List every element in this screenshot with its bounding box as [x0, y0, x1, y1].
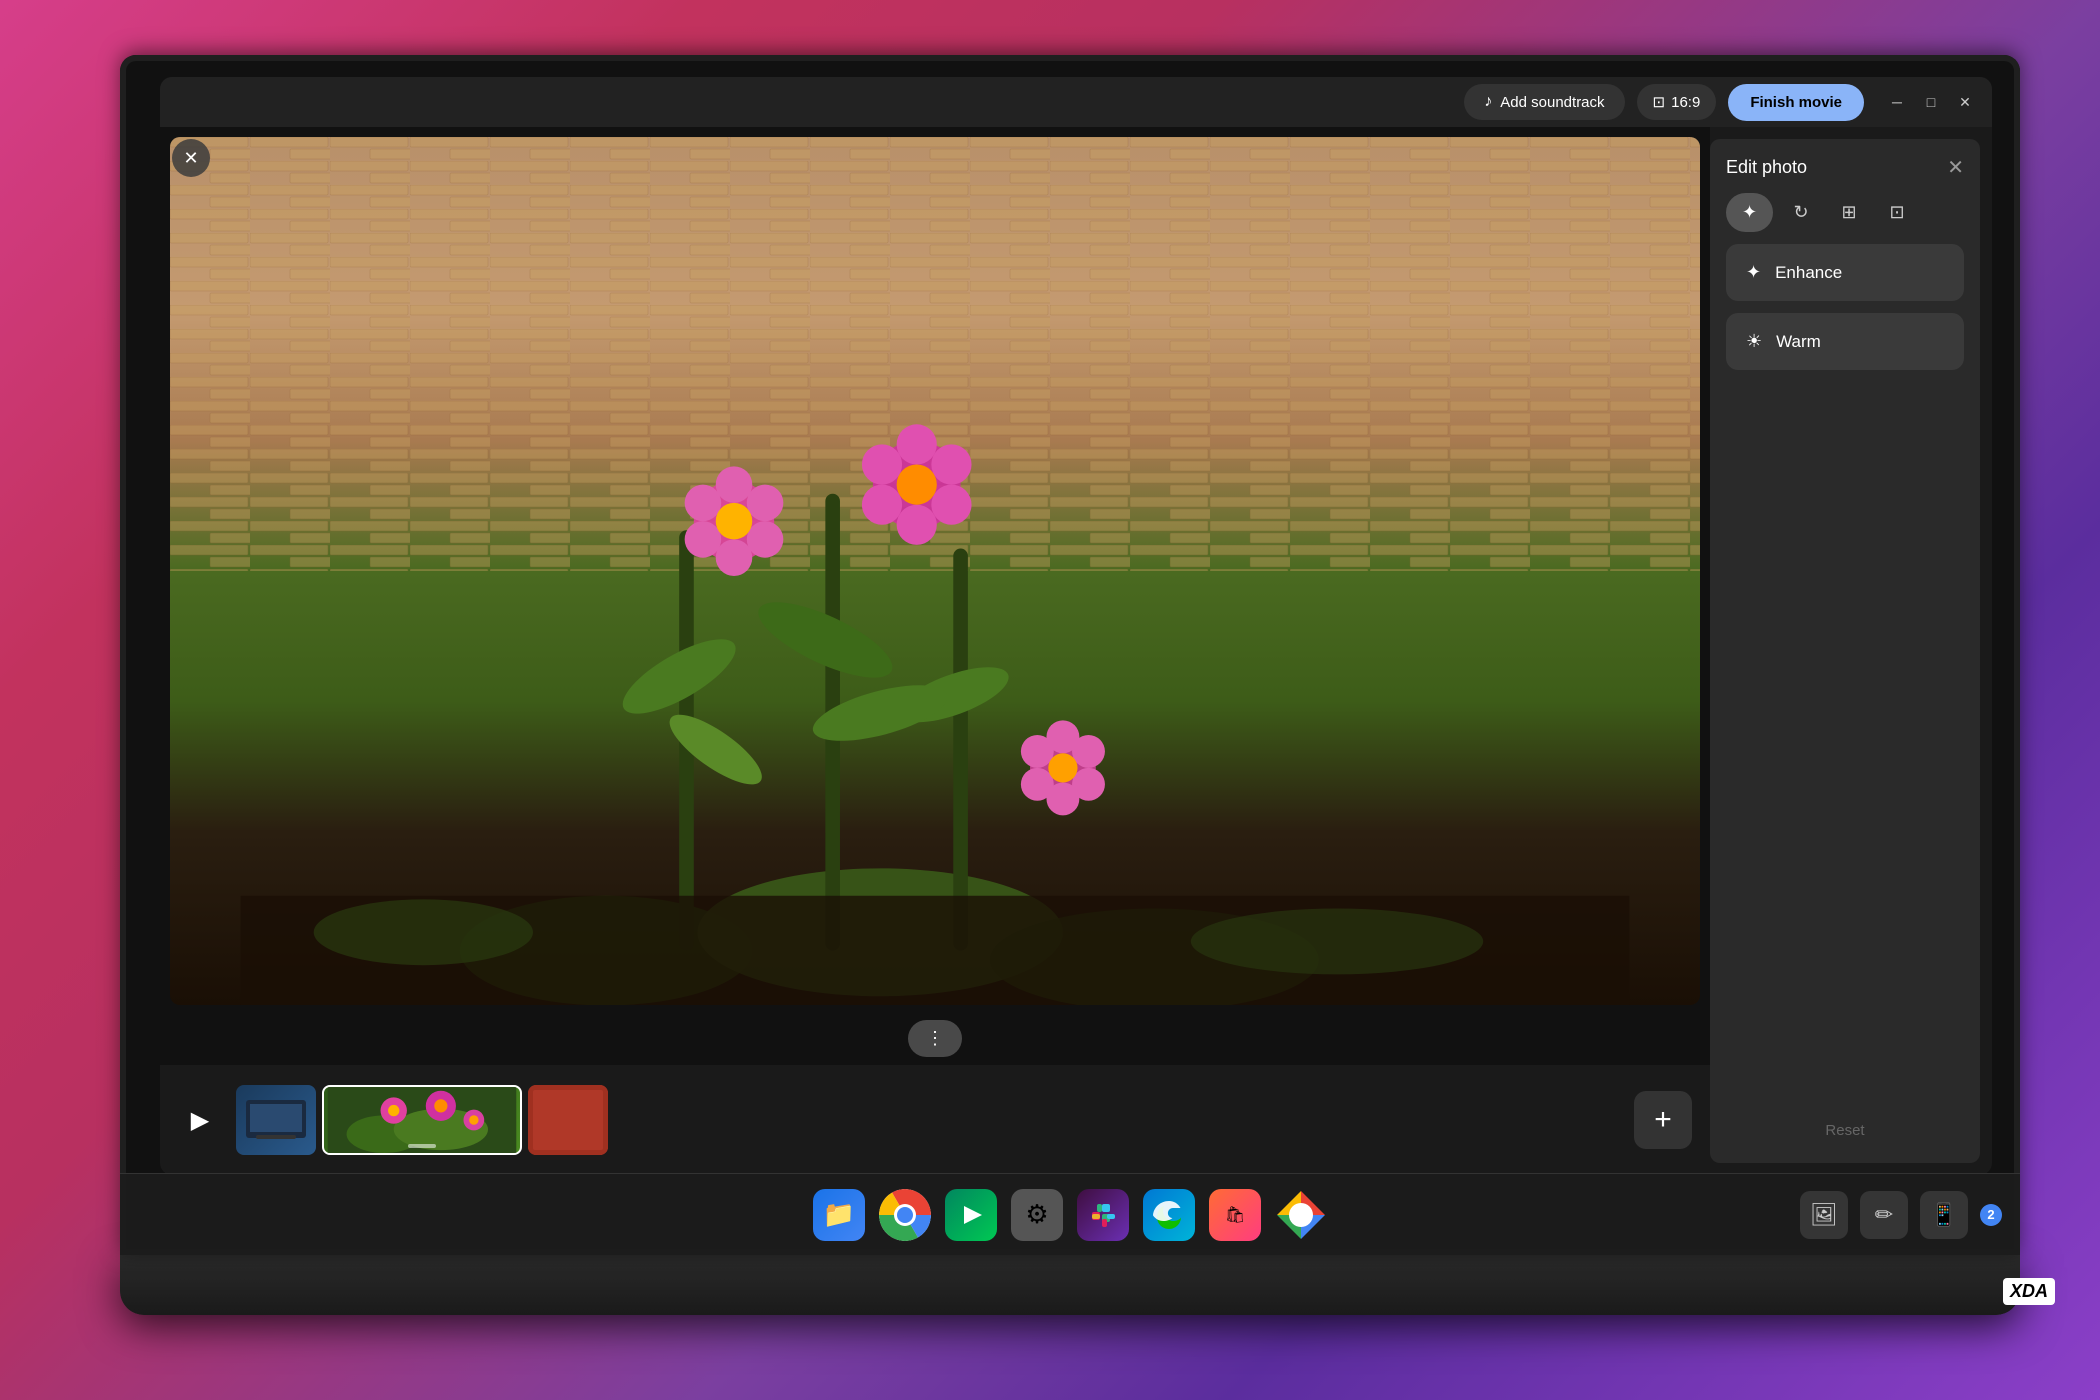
- toolbar-area: ♪ Add soundtrack ⊡ 16:9 Finish movie: [174, 84, 1864, 121]
- taskbar-icon-play[interactable]: [945, 1189, 997, 1241]
- taskbar-icon-pen[interactable]: ✏: [1860, 1191, 1908, 1239]
- warm-button[interactable]: ☀ Warm: [1726, 313, 1964, 370]
- play-button[interactable]: ▶: [178, 1098, 222, 1142]
- taskbar-icon-edge[interactable]: [1143, 1189, 1195, 1241]
- aspect-label: 16:9: [1671, 94, 1700, 111]
- sparkle-icon: ✦: [1742, 202, 1757, 223]
- edit-panel: Edit photo ✕ ✦ ↻ ⊞ ⊡ ✦ Enhance: [1710, 139, 1980, 1163]
- garden-bg: [170, 137, 1700, 1005]
- music-icon: ♪: [1484, 93, 1492, 111]
- enhance-button[interactable]: ✦ Enhance: [1726, 244, 1964, 301]
- add-icon: +: [1654, 1103, 1672, 1137]
- taskbar: 📁 ⚙: [120, 1173, 2020, 1255]
- clip-laptop[interactable]: [236, 1085, 316, 1155]
- dots-icon: ⋮: [926, 1028, 944, 1049]
- sun-icon: ☀: [1746, 331, 1762, 352]
- more-options-button[interactable]: ⋮: [908, 1020, 962, 1057]
- timeline-clips: [236, 1081, 1620, 1159]
- taskbar-icon-files[interactable]: 📁: [813, 1189, 865, 1241]
- enhance-label: Enhance: [1775, 263, 1842, 283]
- app-window: ♪ Add soundtrack ⊡ 16:9 Finish movie ─ □…: [160, 77, 1992, 1175]
- taskbar-icon-tablet[interactable]: 📱: [1920, 1191, 1968, 1239]
- timeline-area: ▶: [160, 1065, 1710, 1175]
- plants: [170, 311, 1700, 1005]
- clip-garden-selected[interactable]: [322, 1085, 522, 1155]
- main-content: ✕: [160, 127, 1992, 1175]
- tab-rotate[interactable]: ↻: [1781, 192, 1821, 232]
- clip-drag-handle: [408, 1144, 436, 1148]
- clip-red[interactable]: [528, 1085, 608, 1155]
- video-preview: [170, 137, 1700, 1005]
- close-window-button[interactable]: ✕: [1952, 89, 1978, 115]
- taskbar-icon-photos[interactable]: [1275, 1189, 1327, 1241]
- aspect-ratio-button[interactable]: ⊡ 16:9: [1637, 84, 1717, 120]
- panel-title: Edit photo: [1726, 157, 1807, 178]
- maximize-button[interactable]: □: [1918, 89, 1944, 115]
- close-video-button[interactable]: ✕: [172, 139, 210, 177]
- soundtrack-label: Add soundtrack: [1500, 94, 1604, 111]
- xda-logo: XDA: [2003, 1278, 2055, 1305]
- window-controls: ─ □ ✕: [1884, 89, 1978, 115]
- enhance-icon: ✦: [1746, 262, 1761, 283]
- add-clip-button[interactable]: +: [1634, 1091, 1692, 1149]
- tab-adjust[interactable]: ⊞: [1829, 192, 1869, 232]
- taskbar-icon-chrome[interactable]: [879, 1189, 931, 1241]
- video-area: ✕: [160, 127, 1710, 1175]
- play-icon: ▶: [191, 1106, 209, 1135]
- laptop-base: [120, 1255, 2020, 1315]
- warm-label: Warm: [1776, 332, 1821, 352]
- finish-movie-button[interactable]: Finish movie: [1728, 84, 1864, 121]
- tab-crop[interactable]: ⊡: [1877, 192, 1917, 232]
- panel-header: Edit photo ✕: [1726, 155, 1964, 180]
- add-soundtrack-button[interactable]: ♪ Add soundtrack: [1464, 84, 1624, 120]
- edit-tabs: ✦ ↻ ⊞ ⊡: [1726, 192, 1964, 232]
- panel-close-button[interactable]: ✕: [1947, 155, 1964, 180]
- laptop-screen: ♪ Add soundtrack ⊡ 16:9 Finish movie ─ □…: [120, 55, 2020, 1255]
- title-bar: ♪ Add soundtrack ⊡ 16:9 Finish movie ─ □…: [160, 77, 1992, 127]
- taskbar-icon-slack[interactable]: [1077, 1189, 1129, 1241]
- reset-button[interactable]: Reset: [1726, 1114, 1964, 1147]
- taskbar-icon-photos-app[interactable]: 🖼: [1800, 1191, 1848, 1239]
- taskbar-icon-settings[interactable]: ⚙: [1011, 1189, 1063, 1241]
- taskbar-icon-shop[interactable]: 🛍: [1209, 1189, 1261, 1241]
- aspect-icon: ⊡: [1653, 93, 1666, 111]
- tab-enhance[interactable]: ✦: [1726, 193, 1773, 232]
- xda-watermark: XDA: [2003, 1278, 2055, 1305]
- more-options-area: ⋮: [160, 1005, 1710, 1065]
- finish-label: Finish movie: [1750, 94, 1842, 111]
- taskbar-right-area: 🖼 ✏ 📱 2: [1800, 1191, 2002, 1239]
- reset-label: Reset: [1825, 1122, 1864, 1139]
- minimize-button[interactable]: ─: [1884, 89, 1910, 115]
- notification-count-badge: 2: [1980, 1204, 2002, 1226]
